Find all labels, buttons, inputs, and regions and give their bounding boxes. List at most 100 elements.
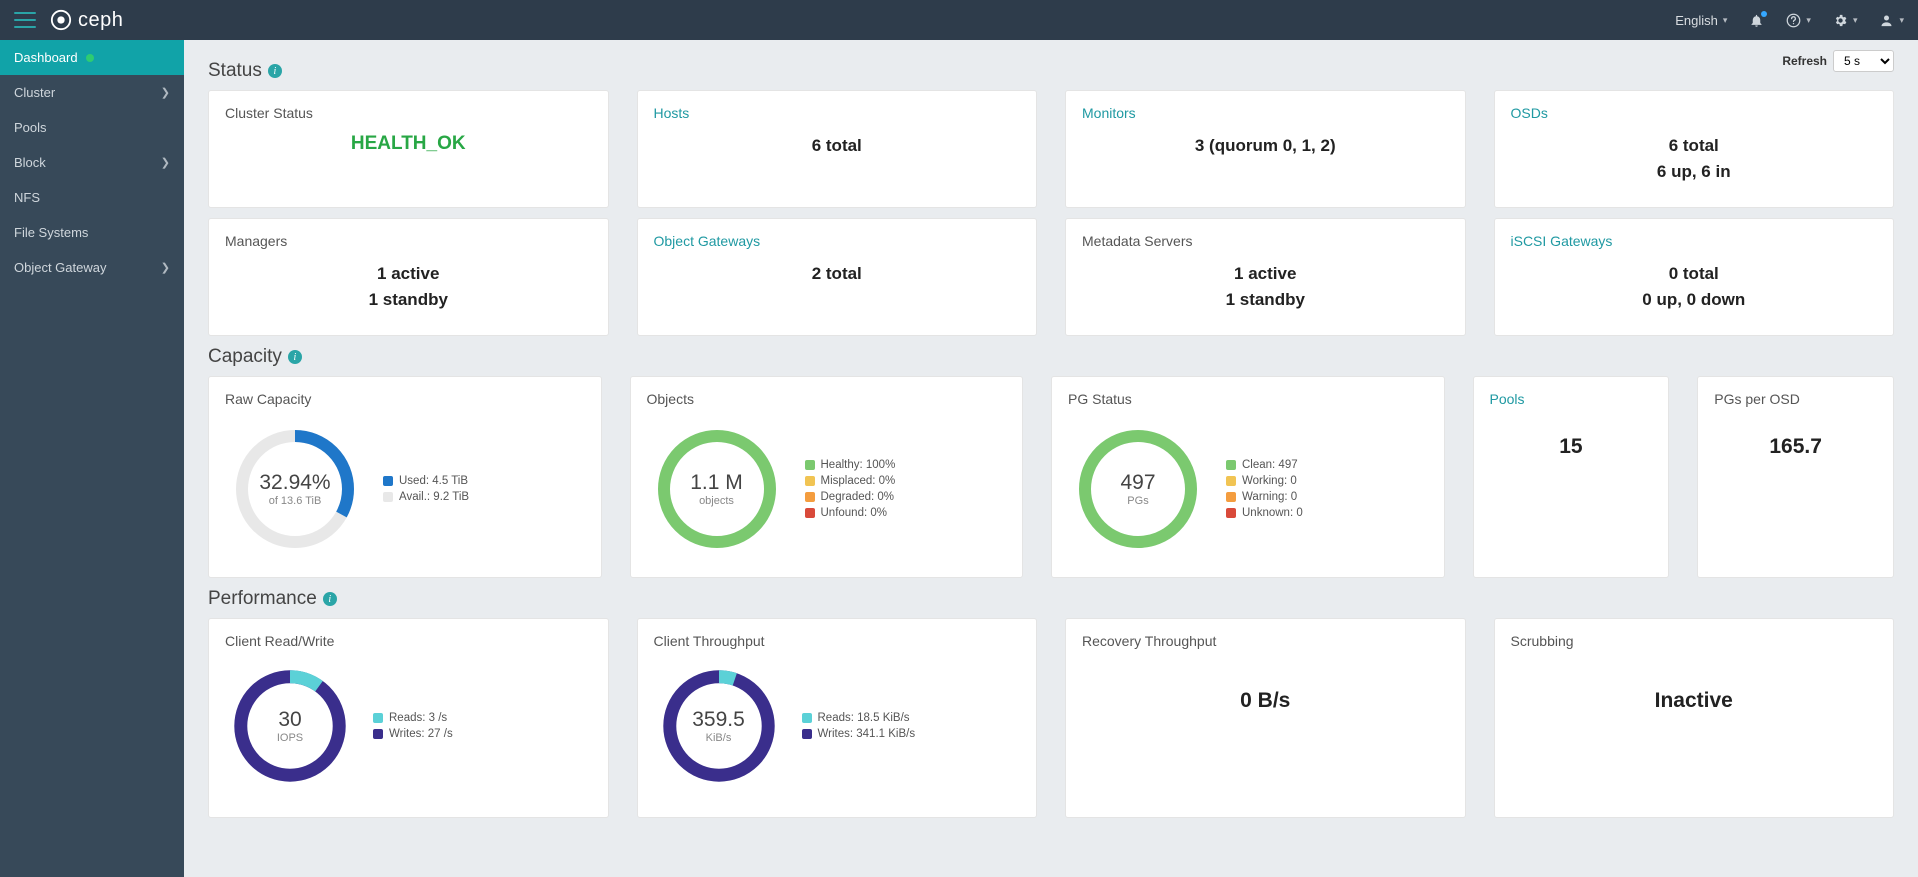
card-title: Metadata Servers (1082, 233, 1449, 249)
refresh-label: Refresh (1782, 54, 1827, 68)
legend-swatch-icon (1226, 508, 1236, 518)
card-title-link[interactable]: iSCSI Gateways (1511, 233, 1878, 249)
pgs-per-osd-value: 165.7 (1714, 435, 1877, 459)
menu-toggle-button[interactable] (14, 12, 36, 28)
refresh-interval-select[interactable]: 5 s (1833, 50, 1894, 72)
chevron-right-icon: ❯ (161, 86, 170, 99)
card-osds: OSDs 6 total 6 up, 6 in (1494, 90, 1895, 208)
sidebar-item-cluster[interactable]: Cluster ❯ (0, 75, 184, 110)
card-value-line1: 0 total (1511, 261, 1878, 287)
pg-sub: PGs (1127, 495, 1148, 507)
card-value: 3 (quorum 0, 1, 2) (1082, 133, 1449, 159)
language-selector[interactable]: English ▾ (1675, 13, 1727, 28)
settings-menu[interactable]: ▾ (1833, 13, 1858, 28)
section-title-status: Status i (208, 60, 1894, 82)
card-title: Recovery Throughput (1082, 633, 1449, 649)
sidebar: Dashboard Cluster ❯ Pools Block ❯ NFS Fi… (0, 40, 184, 877)
legend-label: Reads: 3 /s (389, 712, 447, 724)
ceph-logo-icon (50, 9, 72, 31)
help-menu[interactable]: ▾ (1786, 13, 1811, 28)
legend-item: Avail.: 9.2 TiB (383, 491, 469, 503)
top-navbar: ceph English ▾ ▾ ▾ ▾ (0, 0, 1918, 40)
card-pools: Pools 15 (1473, 376, 1670, 578)
chevron-right-icon: ❯ (161, 156, 170, 169)
sidebar-item-object-gateway[interactable]: Object Gateway ❯ (0, 250, 184, 285)
card-value-line1: 1 active (1082, 261, 1449, 287)
pg-count: 497 (1120, 471, 1155, 495)
info-icon[interactable]: i (323, 592, 337, 606)
section-title-text: Performance (208, 588, 317, 610)
card-title-link[interactable]: Hosts (654, 105, 1021, 121)
sidebar-item-filesystems[interactable]: File Systems (0, 215, 184, 250)
legend-label: Warning: 0 (1242, 491, 1297, 503)
card-client-rw: Client Read/Write 30 IOPS Reads: 3 /sWri… (208, 618, 609, 818)
legend-item: Unknown: 0 (1226, 507, 1303, 519)
sidebar-item-block[interactable]: Block ❯ (0, 145, 184, 180)
sidebar-item-label: Block (14, 155, 46, 170)
card-objects: Objects 1.1 M objects Healthy: 100%Mispl… (630, 376, 1024, 578)
client-rw-legend: Reads: 3 /sWrites: 27 /s (373, 708, 453, 744)
recovery-value: 0 B/s (1082, 689, 1449, 713)
chevron-down-icon: ▾ (1899, 15, 1904, 26)
user-menu[interactable]: ▾ (1879, 13, 1904, 28)
card-title-link[interactable]: Pools (1490, 391, 1653, 407)
notifications-button[interactable] (1749, 13, 1764, 28)
pools-value: 15 (1490, 435, 1653, 459)
client-throughput-value: 359.5 (692, 708, 745, 732)
card-title-link[interactable]: Object Gateways (654, 233, 1021, 249)
pg-donut: 497 PGs (1068, 419, 1208, 559)
card-cluster-status: Cluster Status HEALTH_OK (208, 90, 609, 208)
sidebar-item-label: Cluster (14, 85, 55, 100)
client-throughput-legend: Reads: 18.5 KiB/sWrites: 341.1 KiB/s (802, 708, 916, 744)
objects-sub: objects (699, 495, 734, 507)
legend-label: Unknown: 0 (1242, 507, 1303, 519)
card-client-throughput: Client Throughput 359.5 KiB/s Reads: 18.… (637, 618, 1038, 818)
legend-label: Writes: 341.1 KiB/s (818, 728, 916, 740)
legend-item: Unfound: 0% (805, 507, 896, 519)
sidebar-item-label: NFS (14, 190, 40, 205)
card-title: Client Throughput (654, 633, 1021, 649)
card-title: PG Status (1068, 391, 1428, 407)
card-title: Managers (225, 233, 592, 249)
legend-label: Healthy: 100% (821, 459, 896, 471)
legend-swatch-icon (1226, 476, 1236, 486)
legend-label: Working: 0 (1242, 475, 1297, 487)
card-title-link[interactable]: OSDs (1511, 105, 1878, 121)
card-value-line2: 1 standby (1082, 287, 1449, 313)
sidebar-item-dashboard[interactable]: Dashboard (0, 40, 184, 75)
legend-label: Misplaced: 0% (821, 475, 896, 487)
info-icon[interactable]: i (288, 350, 302, 364)
client-rw-donut: 30 IOPS (225, 661, 355, 791)
user-icon (1879, 13, 1894, 28)
legend-swatch-icon (373, 713, 383, 723)
language-label: English (1675, 13, 1718, 28)
legend-item: Warning: 0 (1226, 491, 1303, 503)
legend-swatch-icon (383, 476, 393, 486)
section-title-capacity: Capacity i (208, 346, 1894, 368)
client-throughput-sub: KiB/s (706, 732, 732, 744)
sidebar-item-label: File Systems (14, 225, 88, 240)
brand-logo[interactable]: ceph (50, 9, 123, 32)
legend-swatch-icon (1226, 460, 1236, 470)
legend-swatch-icon (805, 460, 815, 470)
legend-item: Healthy: 100% (805, 459, 896, 471)
notification-dot-icon (1761, 11, 1767, 17)
legend-item: Writes: 341.1 KiB/s (802, 728, 916, 740)
card-scrubbing: Scrubbing Inactive (1494, 618, 1895, 818)
legend-item: Working: 0 (1226, 475, 1303, 487)
health-status-value: HEALTH_OK (225, 133, 592, 155)
card-iscsi-gateways: iSCSI Gateways 0 total 0 up, 0 down (1494, 218, 1895, 336)
card-title: Scrubbing (1511, 633, 1878, 649)
card-title-link[interactable]: Monitors (1082, 105, 1449, 121)
card-pgs-per-osd: PGs per OSD 165.7 (1697, 376, 1894, 578)
card-object-gateways: Object Gateways 2 total (637, 218, 1038, 336)
info-icon[interactable]: i (268, 64, 282, 78)
legend-label: Degraded: 0% (821, 491, 895, 503)
sidebar-item-pools[interactable]: Pools (0, 110, 184, 145)
sidebar-item-nfs[interactable]: NFS (0, 180, 184, 215)
card-managers: Managers 1 active 1 standby (208, 218, 609, 336)
card-title: Cluster Status (225, 105, 592, 121)
sidebar-item-label: Dashboard (14, 50, 78, 65)
raw-capacity-percent: 32.94% (259, 471, 330, 495)
card-value: 2 total (654, 261, 1021, 287)
